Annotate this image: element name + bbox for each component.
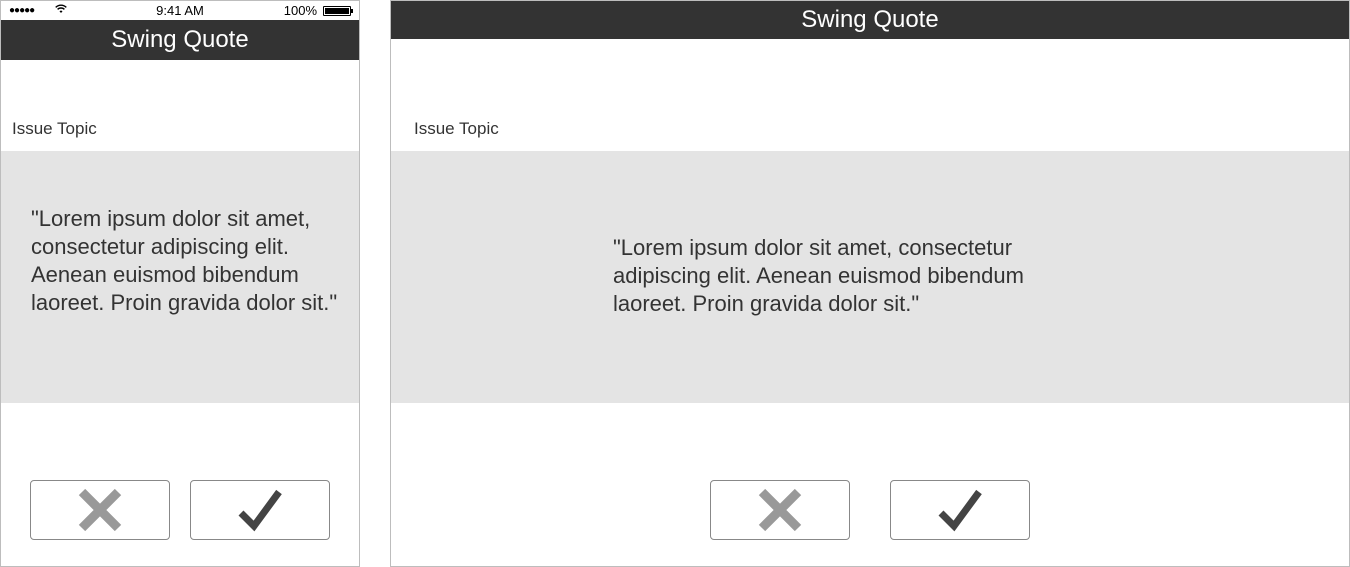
tablet-mockup: Swing Quote Issue Topic "Lorem ipsum dol… (390, 0, 1350, 567)
battery-icon (323, 6, 353, 16)
quote-text: "Lorem ipsum dolor sit amet, consectetur… (613, 235, 1024, 316)
close-icon (758, 488, 802, 532)
issue-topic-label: Issue Topic (414, 119, 499, 138)
confirm-button[interactable] (890, 480, 1030, 540)
cancel-button[interactable] (710, 480, 850, 540)
page-title: Swing Quote (1, 20, 359, 60)
phone-mockup: ●●●●● 9:41 AM 100% Swing Quote Issue Top… (0, 0, 360, 567)
page-title: Swing Quote (391, 1, 1349, 39)
battery-percent: 100% (283, 3, 317, 18)
cancel-button[interactable] (30, 480, 170, 540)
checkmark-icon (938, 489, 982, 532)
quote-panel: "Lorem ipsum dolor sit amet, consectetur… (1, 151, 359, 403)
quote-panel: "Lorem ipsum dolor sit amet, consectetur… (391, 151, 1349, 403)
quote-text: "Lorem ipsum dolor sit amet, consectetur… (31, 206, 338, 315)
issue-topic-label: Issue Topic (12, 119, 97, 138)
confirm-button[interactable] (190, 480, 330, 540)
checkmark-icon (238, 489, 282, 532)
status-bar: ●●●●● 9:41 AM 100% (1, 1, 359, 20)
close-icon (78, 488, 122, 532)
